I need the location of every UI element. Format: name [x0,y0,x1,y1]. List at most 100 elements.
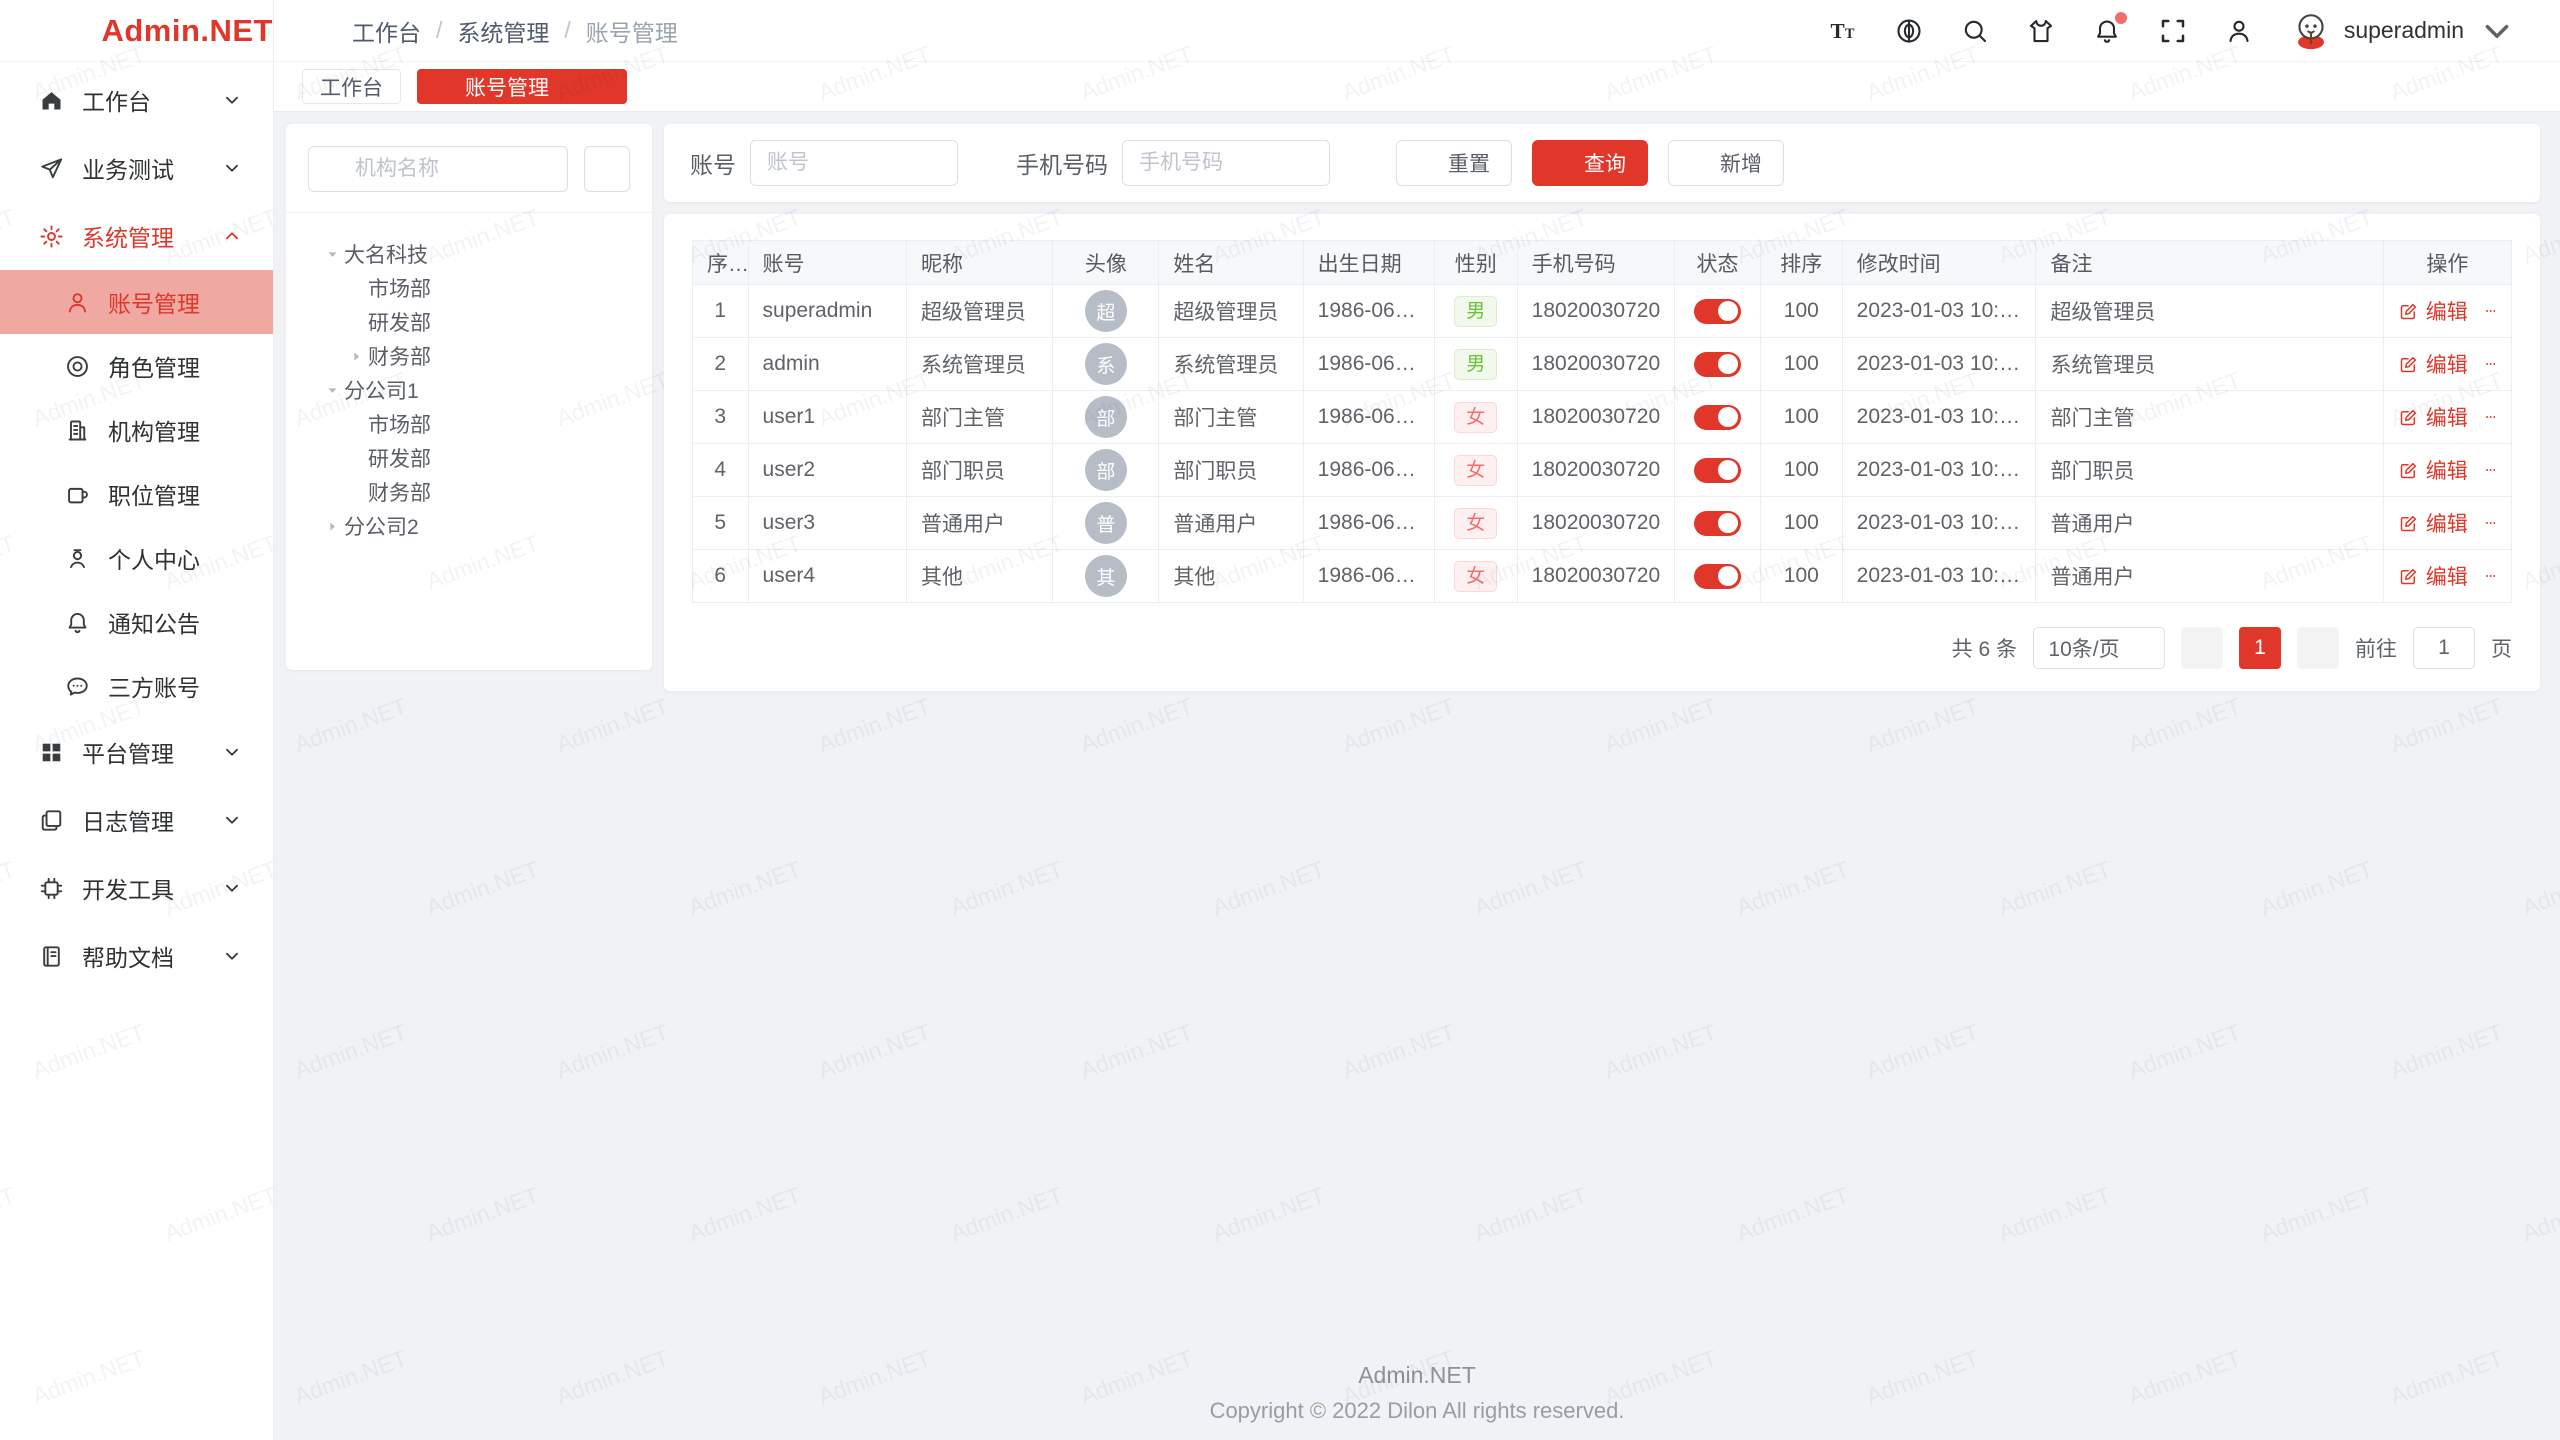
breadcrumb-current: 账号管理 [586,14,678,48]
sidebar-subitem-label: 个人中心 [108,541,243,575]
page-size-value: 10条/页 [2048,633,2119,663]
goto-page-input[interactable] [2413,627,2475,669]
tree-node[interactable]: 市场部 [308,271,630,305]
status-toggle[interactable] [1694,405,1741,430]
caret-right-icon[interactable] [344,344,368,368]
tree-node[interactable]: 财务部 [308,339,630,373]
edit-button[interactable]: 编辑 [2398,508,2468,538]
tree-node[interactable]: 分公司2 [308,509,630,543]
sidebar-subitem[interactable]: 职位管理 [0,462,273,526]
close-icon[interactable] [589,77,609,97]
caret-down-icon[interactable] [320,378,344,402]
more-actions-button[interactable] [2484,405,2497,429]
sidebar-item-label: 系统管理 [82,219,221,253]
breadcrumb-item[interactable]: 系统管理 [457,14,549,48]
more-actions-button[interactable] [2484,352,2497,376]
status-toggle[interactable] [1694,458,1741,483]
tree-node[interactable]: 分公司1 [308,373,630,407]
tree-node[interactable]: 大名科技 [308,237,630,271]
sidebar-item[interactable]: 平台管理 [0,718,273,786]
font-size-button[interactable]: TT [1828,16,1858,46]
status-toggle[interactable] [1694,564,1741,589]
tree-node[interactable]: 财务部 [308,475,630,509]
more-actions-button[interactable] [2484,299,2497,323]
prev-page-button[interactable] [2181,627,2223,669]
chevron-down-icon [221,809,243,831]
page-size-select[interactable]: 10条/页 [2033,627,2165,669]
avatar: 超 [1085,290,1127,332]
sidebar-subitem[interactable]: 通知公告 [0,590,273,654]
edit-button[interactable]: 编辑 [2398,455,2468,485]
cell-index: 4 [693,444,749,497]
edit-button[interactable]: 编辑 [2398,296,2468,326]
language-button[interactable] [1894,16,1924,46]
notification-button[interactable] [2092,16,2122,46]
theme-button[interactable] [2026,16,2056,46]
fullscreen-button[interactable] [2158,16,2188,46]
user-icon [2224,16,2254,46]
cell-birth: 1986-06-28 [1303,497,1434,550]
next-page-button[interactable] [2297,627,2339,669]
edit-button[interactable]: 编辑 [2398,402,2468,432]
more-actions-button[interactable] [2484,511,2497,535]
search-button[interactable] [1960,16,1990,46]
avatar[interactable] [2290,10,2332,52]
tree-more-button[interactable] [584,146,630,192]
search-button[interactable]: 查询 [1532,140,1648,186]
tree-node[interactable]: 市场部 [308,407,630,441]
edit-label: 编辑 [2426,296,2468,326]
sidebar-item[interactable]: 帮助文档 [0,922,273,990]
tab-account-management[interactable]: 账号管理 [417,69,627,104]
sidebar-subitem[interactable]: 账号管理 [0,270,273,334]
tab-workbench[interactable]: 工作台 [302,69,401,104]
caret-placeholder [344,310,368,334]
cell-avatar: 其 [1053,550,1159,603]
sidebar-subitem[interactable]: 个人中心 [0,526,273,590]
edit-label: 编辑 [2426,508,2468,538]
caret-right-icon[interactable] [320,514,344,538]
bell-icon [64,609,91,636]
sidebar-item[interactable]: 业务测试 [0,134,273,202]
user-menu[interactable]: superadmin [2290,10,2518,52]
page-unit-label: 页 [2491,633,2512,663]
sidebar-subitem[interactable]: 三方账号 [0,654,273,718]
tools-icon [38,875,65,902]
account-input[interactable] [750,140,958,186]
status-toggle[interactable] [1694,352,1741,377]
tree-node[interactable]: 研发部 [308,441,630,475]
more-actions-button[interactable] [2484,564,2497,588]
status-toggle[interactable] [1694,299,1741,324]
active-dot-icon [435,77,455,97]
sidebar-subitem[interactable]: 机构管理 [0,398,273,462]
cell-avatar: 部 [1053,444,1159,497]
edit-button[interactable]: 编辑 [2398,561,2468,591]
status-toggle[interactable] [1694,511,1741,536]
reset-button[interactable]: 重置 [1396,140,1512,186]
refresh-icon[interactable] [559,77,579,97]
add-button[interactable]: 新增 [1668,140,1784,186]
cell-phone: 18020030720 [1517,550,1674,603]
breadcrumb-separator: / [436,17,442,44]
collapse-menu-icon[interactable] [296,16,326,46]
sidebar-item[interactable]: 系统管理 [0,202,273,270]
cell-birth: 1986-06-28 [1303,550,1434,603]
breadcrumb-item[interactable]: 工作台 [352,14,421,48]
edit-button[interactable]: 编辑 [2398,349,2468,379]
sidebar-item[interactable]: 工作台 [0,66,273,134]
caret-down-icon[interactable] [320,242,344,266]
more-actions-button[interactable] [2484,458,2497,482]
cell-modified: 2023-01-03 10:59:44 [1842,444,2036,497]
sidebar-item[interactable]: 日志管理 [0,786,273,854]
chevron-down-icon [221,741,243,763]
org-search-input[interactable] [355,157,553,181]
user-button[interactable] [2224,16,2254,46]
phone-input[interactable] [1122,140,1330,186]
sidebar-subitem[interactable]: 角色管理 [0,334,273,398]
current-page[interactable]: 1 [2239,627,2281,669]
sidebar-item[interactable]: 开发工具 [0,854,273,922]
theme-icon [2026,16,2056,46]
chevron-down-icon [2132,639,2150,657]
app-logo[interactable]: Admin.NET [0,0,273,62]
tree-node[interactable]: 研发部 [308,305,630,339]
cell-birth: 1986-06-28 [1303,444,1434,497]
